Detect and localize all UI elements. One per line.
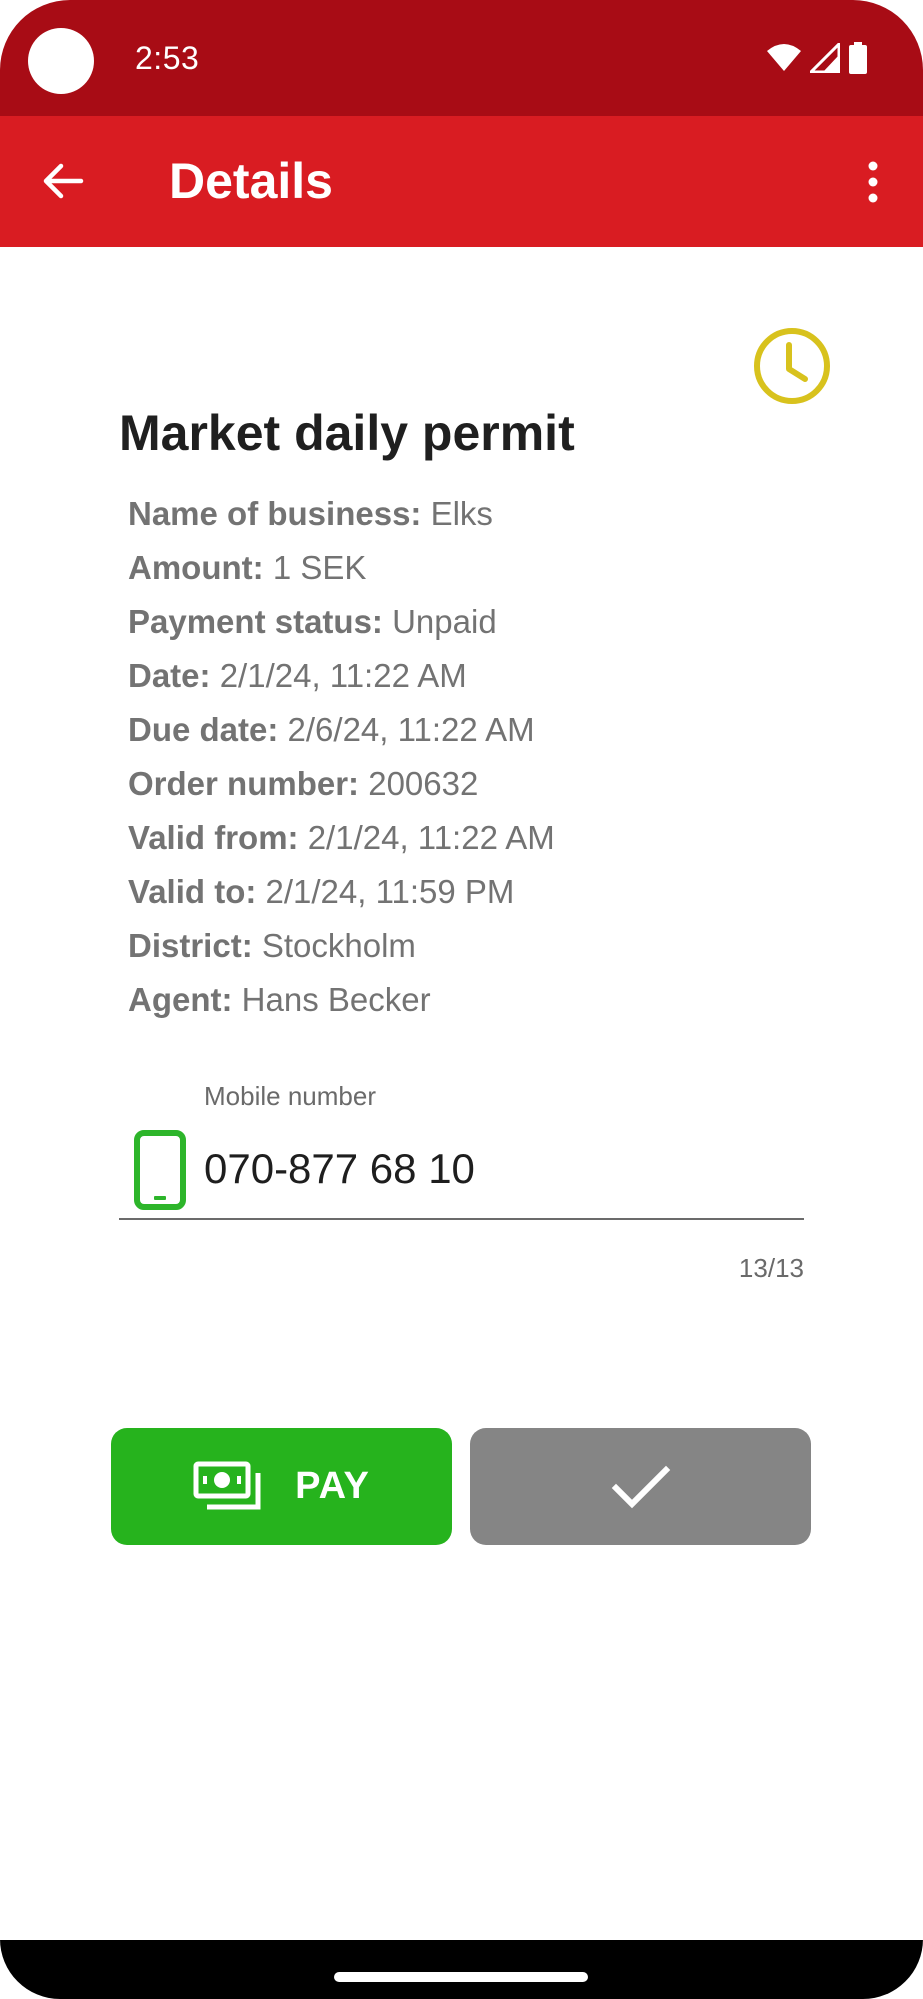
page-title: Details	[169, 153, 333, 209]
detail-row: Payment status: Unpaid	[128, 595, 555, 649]
pay-button-label: PAY	[295, 1465, 370, 1507]
detail-label: Valid to:	[128, 873, 257, 910]
mobile-number-input[interactable]	[204, 1145, 794, 1193]
detail-value: Hans Becker	[241, 981, 431, 1018]
battery-icon	[849, 42, 867, 74]
wifi-icon	[767, 44, 801, 71]
detail-value: 200632	[368, 765, 479, 802]
mobile-number-label: Mobile number	[204, 1081, 376, 1111]
detail-row: Date: 2/1/24, 11:22 AM	[128, 649, 555, 703]
detail-label: Name of business:	[128, 495, 422, 532]
mobile-number-underline	[119, 1218, 804, 1220]
back-button[interactable]	[30, 148, 96, 214]
detail-label: Payment status:	[128, 603, 383, 640]
detail-row: Agent: Hans Becker	[128, 973, 555, 1027]
more-vert-icon	[868, 161, 878, 203]
signal-icon	[810, 43, 840, 73]
overflow-menu-button[interactable]	[843, 150, 903, 214]
payments-icon	[193, 1461, 261, 1509]
permit-details-list: Name of business: Elks Amount: 1 SEK Pay…	[128, 487, 555, 1027]
detail-value: 1 SEK	[272, 549, 367, 586]
detail-value: 2/1/24, 11:59 PM	[265, 873, 515, 910]
detail-label: Valid from:	[128, 819, 299, 856]
detail-label: Order number:	[128, 765, 360, 802]
navigation-bar	[0, 1940, 923, 1999]
home-gesture-handle[interactable]	[334, 1972, 588, 1982]
detail-label: District:	[128, 927, 253, 964]
detail-label: Date:	[128, 657, 211, 694]
detail-label: Due date:	[128, 711, 279, 748]
phone-screen: 2:53 Details Market daily permit Name of…	[0, 0, 923, 1999]
app-bar: Details	[0, 116, 923, 247]
detail-row: District: Stockholm	[128, 919, 555, 973]
smartphone-icon	[134, 1130, 186, 1210]
status-bar: 2:53	[0, 0, 923, 116]
permit-title: Market daily permit	[119, 405, 575, 461]
confirm-button[interactable]	[470, 1428, 811, 1545]
check-icon	[611, 1465, 670, 1508]
detail-row: Order number: 200632	[128, 757, 555, 811]
detail-row: Due date: 2/6/24, 11:22 AM	[128, 703, 555, 757]
detail-value: 2/6/24, 11:22 AM	[287, 711, 535, 748]
clock-icon	[754, 328, 830, 404]
status-time: 2:53	[135, 40, 200, 76]
status-icons	[766, 42, 868, 74]
detail-value: 2/1/24, 11:22 AM	[307, 819, 555, 856]
pay-button[interactable]: PAY	[111, 1428, 452, 1545]
detail-value: Elks	[430, 495, 493, 532]
arrow-back-icon	[43, 163, 84, 199]
detail-row: Valid from: 2/1/24, 11:22 AM	[128, 811, 555, 865]
character-counter: 13/13	[738, 1253, 804, 1283]
detail-label: Agent:	[128, 981, 233, 1018]
detail-row: Name of business: Elks	[128, 487, 555, 541]
detail-row: Amount: 1 SEK	[128, 541, 555, 595]
camera-cutout	[28, 28, 94, 94]
detail-label: Amount:	[128, 549, 264, 586]
detail-value: Unpaid	[392, 603, 497, 640]
detail-row: Valid to: 2/1/24, 11:59 PM	[128, 865, 555, 919]
detail-value: Stockholm	[261, 927, 416, 964]
detail-value: 2/1/24, 11:22 AM	[219, 657, 467, 694]
